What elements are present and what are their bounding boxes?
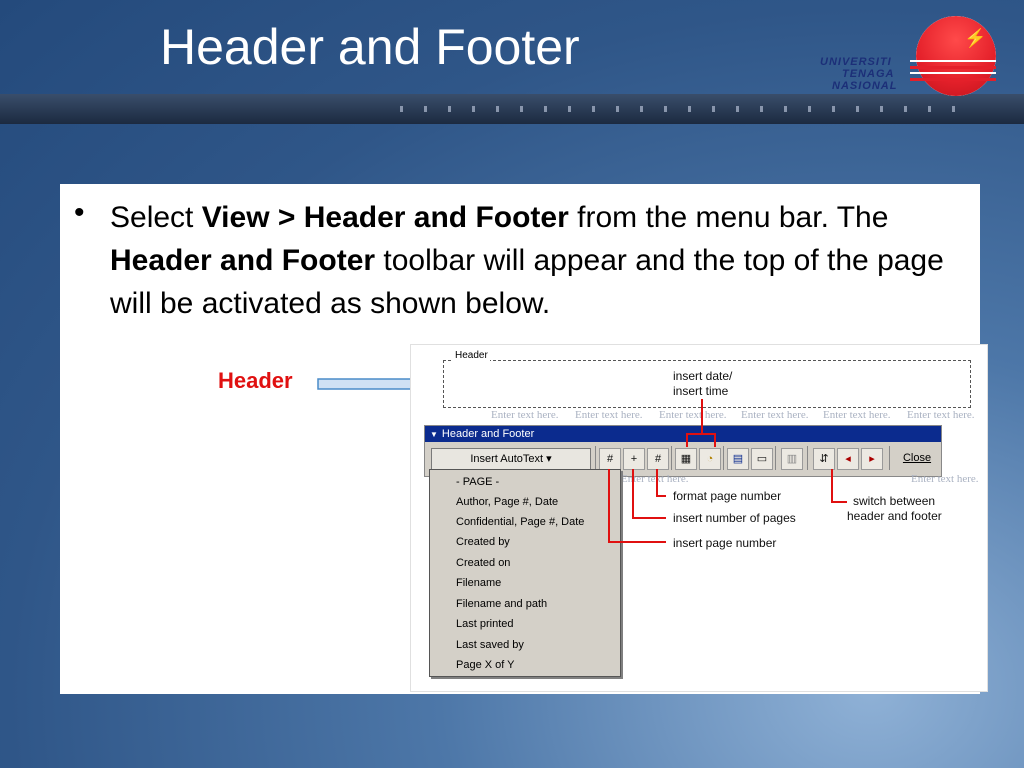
menu-item[interactable]: Page X of Y [456, 659, 515, 671]
logo-word-3: NASIONAL [832, 80, 898, 92]
toolbar-menu-icon[interactable]: ▼ [430, 427, 438, 443]
insert-date-icon[interactable]: ▦ [675, 448, 697, 470]
insert-autotext-button[interactable]: Insert AutoText ▾ [431, 448, 591, 470]
ann-switch-1: switch between [853, 494, 936, 508]
same-as-previous-icon[interactable]: ▥ [781, 448, 803, 470]
header-callout-label: Header [218, 368, 293, 393]
menu-item[interactable]: Created by [456, 536, 510, 548]
autotext-menu: - PAGE - Author, Page #, Date Confidenti… [429, 469, 621, 677]
ann-line [714, 433, 716, 447]
logo-word-2: TENAGA [842, 68, 895, 80]
insert-page-number-icon[interactable]: # [599, 448, 621, 470]
menu-item[interactable]: Confidential, Page #, Date [456, 516, 584, 528]
logo-emblem-icon: ⚡ [964, 28, 987, 48]
ann-insert-time: insert time [673, 384, 729, 398]
logo-word-1: UNIVERSITI [820, 56, 892, 68]
ann-insert-date: insert date/ [673, 369, 733, 383]
ghost-text: Enter text here. [907, 409, 975, 421]
ghost-text: Enter text here. [491, 409, 559, 421]
format-page-number-icon[interactable]: # [647, 448, 669, 470]
ann-line [831, 469, 833, 503]
show-hide-text-icon[interactable]: ▭ [751, 448, 773, 470]
menu-item[interactable]: Filename and path [456, 598, 547, 610]
ann-line [656, 495, 666, 497]
menu-item[interactable]: Author, Page #, Date [456, 496, 558, 508]
page-setup-icon[interactable]: ▤ [727, 448, 749, 470]
ann-format-page-number: format page number [673, 489, 782, 503]
word-screenshot: Header insert date/ insert time Enter te… [410, 344, 988, 692]
menu-item[interactable]: Last printed [456, 618, 513, 630]
bullet-symbol: • [74, 196, 85, 229]
ann-insert-page-number: insert page number [673, 536, 777, 550]
show-previous-icon[interactable]: ◂ [837, 448, 859, 470]
insert-time-icon[interactable]: ◔ [699, 448, 721, 470]
ann-line [686, 433, 716, 435]
ann-line [632, 469, 634, 519]
bullet-text: Select View > Header and Footer from the… [110, 201, 944, 320]
show-next-icon[interactable]: ▸ [861, 448, 883, 470]
ann-line [608, 541, 666, 543]
ann-insert-number-of-pages: insert number of pages [673, 511, 796, 525]
ghost-text: Enter text here. [659, 409, 727, 421]
ann-switch-2: header and footer [847, 509, 942, 523]
ann-line [686, 433, 688, 447]
menu-item[interactable]: Filename [456, 577, 501, 589]
ann-line [701, 399, 703, 435]
ghost-text: Enter text here. [575, 409, 643, 421]
ann-line [608, 469, 610, 543]
insert-number-of-pages-icon[interactable]: + [623, 448, 645, 470]
switch-header-footer-icon[interactable]: ⇵ [813, 448, 835, 470]
menu-item[interactable]: Created on [456, 557, 510, 569]
close-button[interactable]: Close [899, 448, 935, 468]
ann-line [656, 469, 658, 497]
ghost-text: Enter text here. [911, 473, 979, 485]
university-logo: UNIVERSITI TENAGA NASIONAL ⚡ [812, 16, 998, 100]
decorative-dots [400, 106, 960, 112]
slide-title: Header and Footer [160, 19, 580, 75]
bold-toolbar-name: Header and Footer [110, 244, 376, 277]
menu-item[interactable]: Last saved by [456, 639, 524, 651]
bold-view-menu: View > Header and Footer [201, 201, 569, 234]
header-tag: Header [453, 350, 490, 361]
ann-line [632, 517, 666, 519]
ann-line [831, 501, 847, 503]
ghost-text: Enter text here. [741, 409, 809, 421]
ghost-text: Enter text here. [823, 409, 891, 421]
toolbar-titlebar[interactable]: ▼ Header and Footer [425, 426, 941, 442]
menu-item[interactable]: - PAGE - [456, 476, 499, 488]
